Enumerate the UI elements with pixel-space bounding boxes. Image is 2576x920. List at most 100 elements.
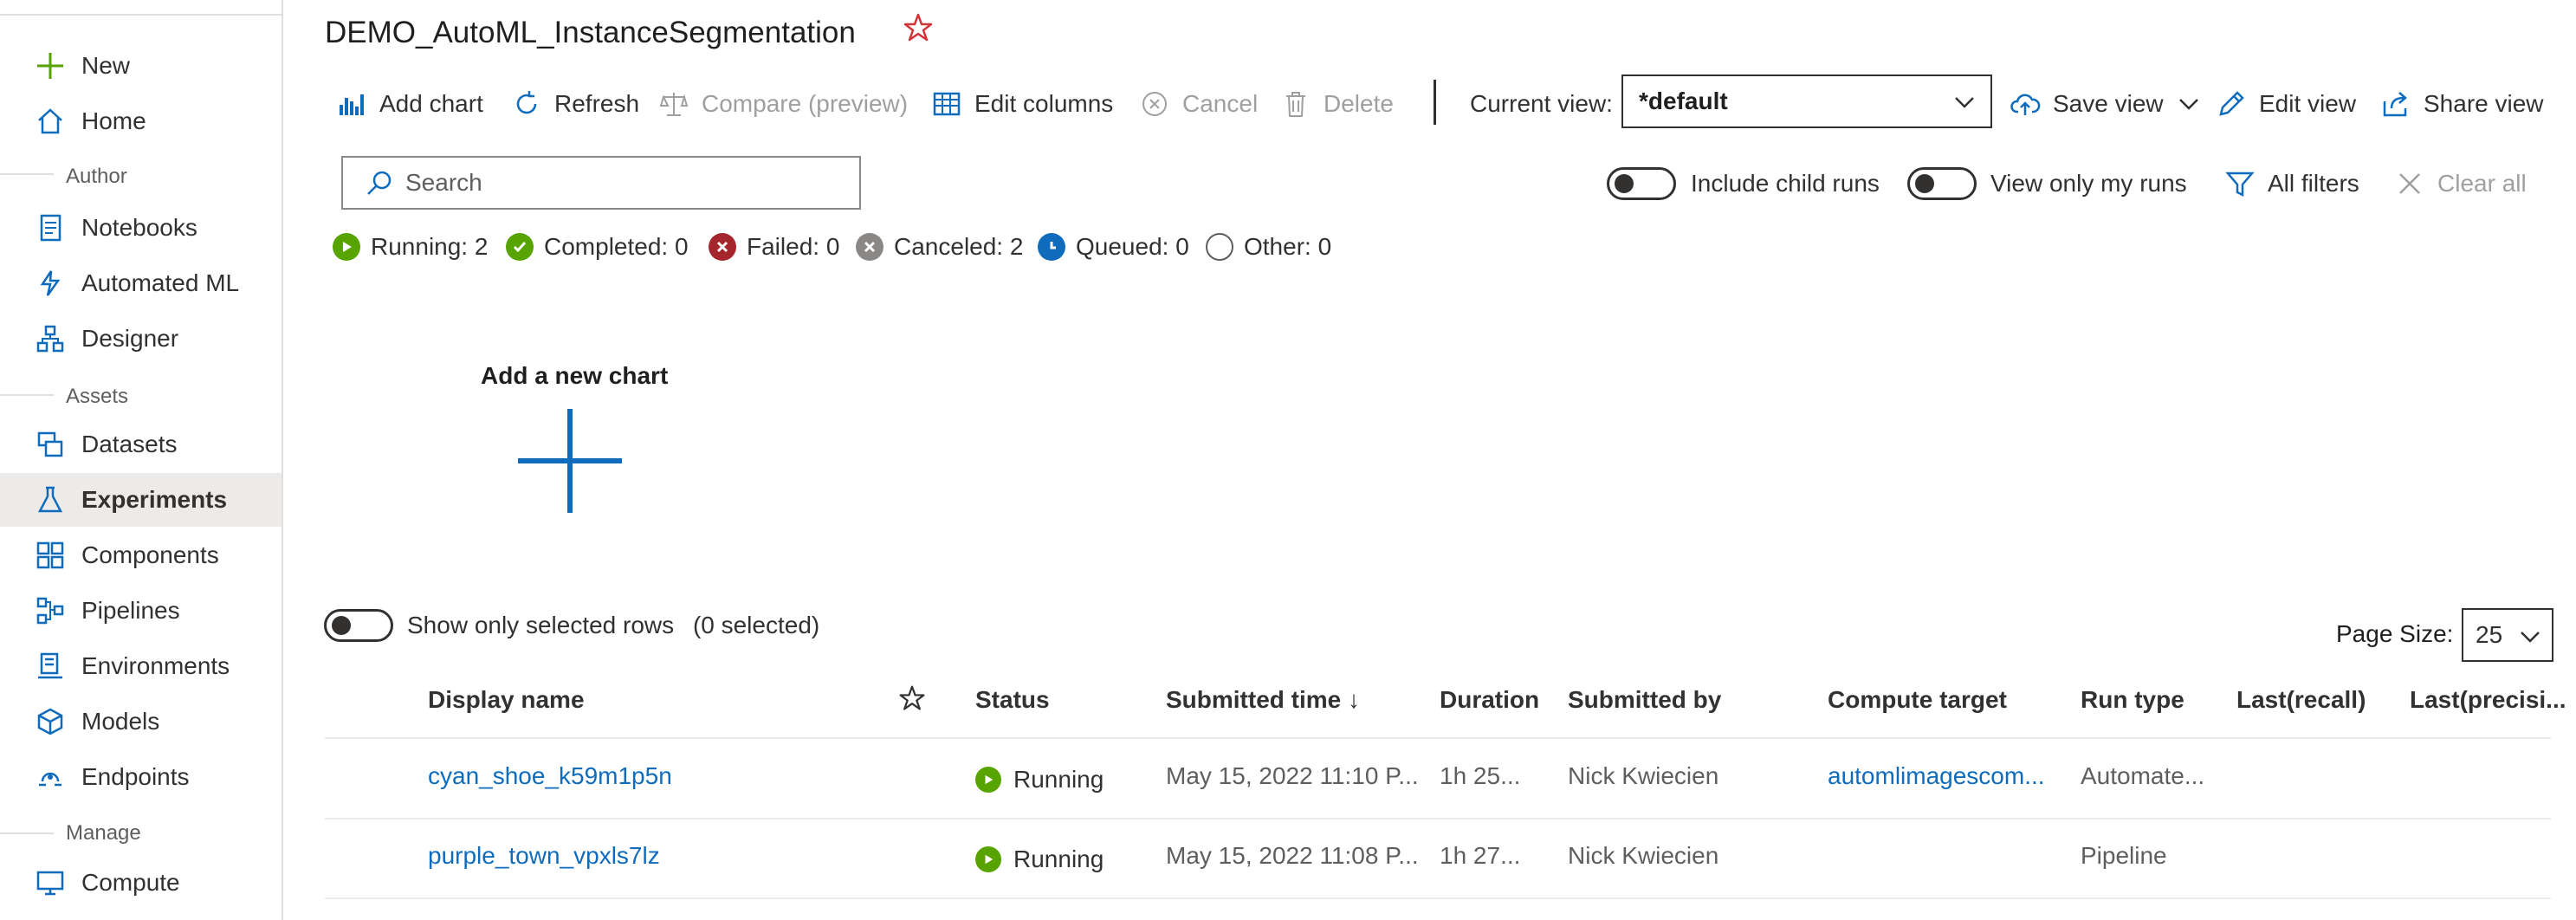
sidebar-item-pipelines[interactable]: Pipelines [0,584,282,638]
page-size-label: Page Size: [2336,620,2454,647]
sidebar-item-label: Datasets [81,431,178,457]
status-completed-label: Completed: 0 [544,233,689,260]
run-name-link[interactable]: cyan_shoe_k59m1p5n [428,762,672,790]
edit-view-button[interactable]: Edit view [2216,83,2356,125]
sidebar-item-experiments[interactable]: Experiments [0,473,282,527]
share-view-button[interactable]: Share view [2380,83,2544,125]
sidebar-item-endpoints[interactable]: Endpoints [0,750,282,804]
toggle-knob [1915,174,1934,193]
nav-divider [0,833,54,834]
refresh-label: Refresh [554,90,640,117]
bar-chart-icon [336,88,367,120]
sidebar-item-notebooks[interactable]: Notebooks [0,201,282,255]
toolbar-divider [1434,80,1436,125]
sidebar-item-home[interactable]: Home [0,94,282,148]
compute-target-link[interactable]: automlimagescom... [1828,762,2045,790]
all-filters-button[interactable]: All filters [2224,163,2359,204]
automl-icon [35,268,66,299]
run-name-link[interactable]: purple_town_vpxls7lz [428,842,660,870]
current-view-dropdown[interactable]: *default [1621,75,1992,128]
column-header-duration[interactable]: Duration [1440,686,1539,714]
sidebar-item-components[interactable]: Components [0,528,282,582]
column-header-last-recall[interactable]: Last(recall) [2236,686,2366,714]
column-header-submitted-time[interactable]: Submitted time ↓ [1166,686,1360,714]
toggle-knob [1615,174,1634,193]
save-view-button[interactable]: Save view [2010,83,2200,125]
nav-section-assets: Assets [66,385,129,408]
search-placeholder: Search [405,169,482,196]
compare-button[interactable]: Compare (preview) [658,83,908,125]
cancel-button[interactable]: Cancel [1139,83,1258,125]
column-header-compute-target[interactable]: Compute target [1828,686,2007,714]
sidebar-item-compute[interactable]: Compute [0,856,282,910]
view-only-my-runs-toggle[interactable] [1907,167,1977,200]
search-input[interactable]: Search [341,156,861,210]
sidebar-item-label: Environments [81,652,230,679]
status-running-label: Running: 2 [371,233,489,260]
show-selected-rows-toggle[interactable] [324,609,393,642]
table-row-divider [325,818,2551,820]
current-view-label: Current view: [1470,90,1613,117]
refresh-button[interactable]: Refresh [511,83,639,125]
components-icon [35,540,66,571]
sidebar-item-new[interactable]: New [0,39,282,93]
chevron-down-icon [2519,625,2541,654]
column-header-display-name[interactable]: Display name [428,686,585,714]
sidebar-item-label: Designer [81,325,179,352]
edit-columns-button[interactable]: Edit columns [931,83,1113,125]
nav-divider [0,14,282,16]
table-icon [931,88,962,120]
sidebar-item-designer[interactable]: Designer [0,312,282,366]
scale-icon [658,88,689,120]
table-header-divider [325,737,2551,739]
sidebar-item-label: Experiments [81,486,228,513]
run-type-cell: Automate... [2081,762,2205,789]
compare-label: Compare (preview) [702,90,909,117]
sidebar-item-models[interactable]: Models [0,695,282,748]
add-chart-label: Add chart [379,90,483,117]
clear-all-button[interactable]: Clear all [2394,163,2527,204]
status-canceled-label: Canceled: 2 [894,233,1024,260]
share-view-label: Share view [2424,90,2544,117]
sidebar-item-automated-ml[interactable]: Automated ML [0,256,282,310]
status-canceled-count[interactable]: Canceled: 2 [856,229,1023,265]
plus-icon [35,50,66,81]
edit-view-label: Edit view [2259,90,2357,117]
column-header-star-icon[interactable] [898,684,926,716]
status-completed-count[interactable]: Completed: 0 [506,229,689,265]
column-header-run-type[interactable]: Run type [2081,686,2184,714]
add-chart-plus-icon[interactable] [516,407,624,519]
cancel-label: Cancel [1182,90,1259,117]
sidebar-item-datasets[interactable]: Datasets [0,418,282,471]
clock-icon [1038,233,1065,261]
sidebar-item-environments[interactable]: Environments [0,639,282,693]
favorite-star-icon[interactable] [903,12,934,48]
sidebar-item-label: Home [81,107,146,134]
checkmark-icon [506,233,534,261]
sidebar-item-label: Compute [81,869,180,896]
error-x-icon [709,233,736,261]
page-size-dropdown[interactable]: 25 [2462,608,2553,662]
page-size-value: 25 [2476,621,2503,648]
endpoint-icon [35,761,66,793]
column-header-last-precision[interactable]: Last(precisi... [2410,686,2566,714]
chevron-down-icon [1952,90,1977,120]
column-header-status[interactable]: Status [975,686,1050,714]
show-selected-rows-text: Show only selected rows [407,612,675,638]
run-type-cell: Pipeline [2081,842,2167,869]
add-chart-button[interactable]: Add chart [336,83,483,125]
play-icon [975,767,1001,793]
view-only-my-runs-label: View only my runs [1990,170,2187,197]
status-other-count[interactable]: Other: 0 [1206,229,1331,265]
designer-icon [35,323,66,354]
status-failed-count[interactable]: Failed: 0 [709,229,839,265]
include-child-runs-toggle[interactable] [1607,167,1676,200]
current-view-value: *default [1639,87,1728,114]
status-queued-count[interactable]: Queued: 0 [1038,229,1189,265]
status-running-count[interactable]: Running: 2 [333,229,488,265]
trash-icon [1280,88,1311,120]
column-header-submitted-by[interactable]: Submitted by [1568,686,1721,714]
filter-icon [2224,168,2256,199]
nav-section-author: Author [66,165,127,188]
delete-button[interactable]: Delete [1280,83,1394,125]
